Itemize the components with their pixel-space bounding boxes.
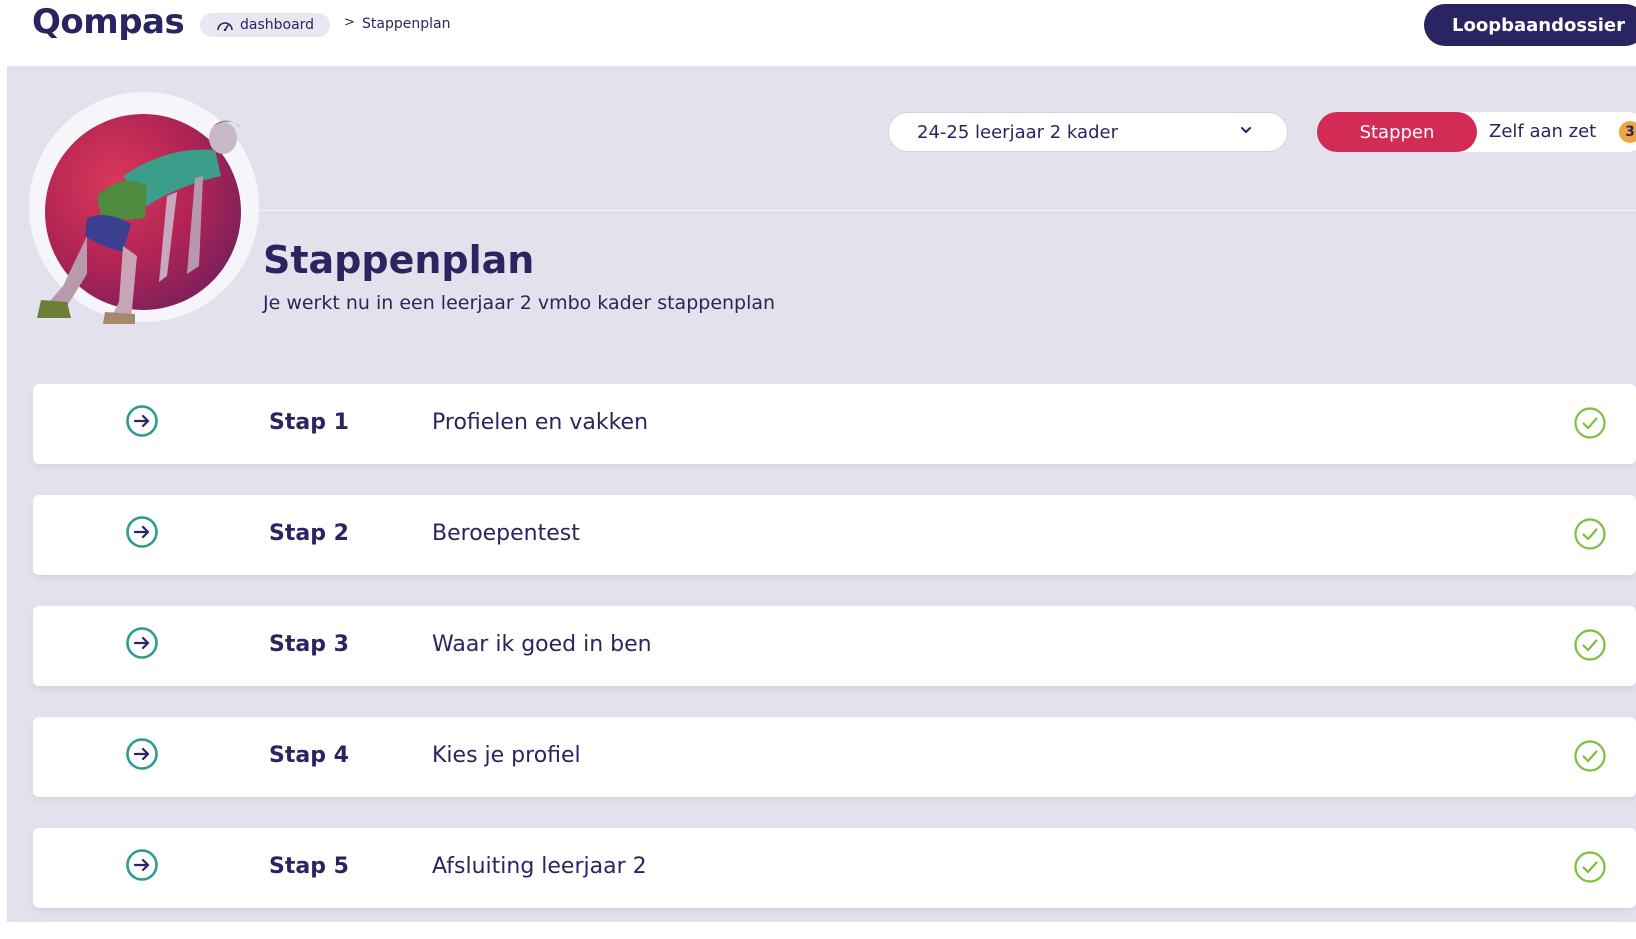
dashboard-gauge-icon [217, 22, 233, 31]
breadcrumb-dashboard-label: dashboard [240, 17, 315, 33]
breadcrumb-current: Stappenplan [362, 16, 451, 32]
arrow-right-circle-icon[interactable] [125, 626, 159, 660]
check-circle-icon [1574, 518, 1606, 550]
main-content: 24-25 leerjaar 2 kader Stappen Zelf aan … [7, 66, 1636, 922]
arrow-right-circle-icon[interactable] [125, 737, 159, 771]
step-title: Beroepentest [432, 521, 580, 546]
view-toggle: Stappen Zelf aan zet 3 [1317, 112, 1636, 152]
school-year-value: 24-25 leerjaar 2 kader [917, 121, 1118, 143]
arrow-right-circle-icon[interactable] [125, 404, 159, 438]
breadcrumb-dashboard-link[interactable]: dashboard [200, 13, 331, 37]
check-circle-icon [1574, 851, 1606, 883]
steps-list: Stap 1 Profielen en vakken Stap 2 Beroep… [33, 384, 1636, 939]
step-title: Kies je profiel [432, 743, 581, 768]
step-number: Stap 5 [269, 854, 349, 879]
page-subtitle: Je werkt nu in een leerjaar 2 vmbo kader… [263, 292, 776, 314]
athlete-illustration [37, 120, 241, 324]
step-row[interactable]: Stap 3 Waar ik goed in ben [33, 606, 1636, 686]
zelf-aan-zet-count-badge: 3 [1619, 121, 1636, 143]
tab-zelf-aan-zet[interactable]: Zelf aan zet [1489, 121, 1596, 142]
qompas-logo[interactable]: Qompas [32, 2, 185, 42]
page-title: Stappenplan [263, 238, 535, 282]
step-title: Profielen en vakken [432, 410, 649, 435]
step-number: Stap 4 [269, 743, 349, 768]
step-number: Stap 3 [269, 632, 349, 657]
check-circle-icon [1574, 407, 1606, 439]
school-year-select[interactable]: 24-25 leerjaar 2 kader [888, 112, 1288, 152]
loopbaandossier-button[interactable]: Loopbaandossier [1424, 4, 1636, 46]
header-divider [253, 210, 1636, 211]
arrow-right-circle-icon[interactable] [125, 848, 159, 882]
top-header: Qompas dashboard > Stappenplan Loopbaand… [0, 0, 1636, 66]
chevron-down-icon [1239, 123, 1253, 141]
tab-stappen[interactable]: Stappen [1317, 112, 1477, 152]
check-circle-icon [1574, 629, 1606, 661]
step-row[interactable]: Stap 2 Beroepentest [33, 495, 1636, 575]
arrow-right-circle-icon[interactable] [125, 515, 159, 549]
step-title: Waar ik goed in ben [432, 632, 652, 657]
step-row[interactable]: Stap 1 Profielen en vakken [33, 384, 1636, 464]
breadcrumb-separator: > [344, 15, 355, 30]
step-number: Stap 2 [269, 521, 349, 546]
step-title: Afsluiting leerjaar 2 [432, 854, 647, 879]
step-number: Stap 1 [269, 410, 349, 435]
step-row[interactable]: Stap 4 Kies je profiel [33, 717, 1636, 797]
check-circle-icon [1574, 740, 1606, 772]
step-row[interactable]: Stap 5 Afsluiting leerjaar 2 [33, 828, 1636, 908]
